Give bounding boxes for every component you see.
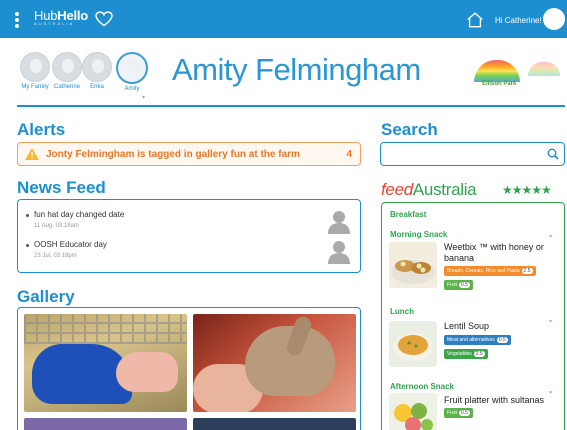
gallery-photo[interactable] xyxy=(24,418,187,430)
person-icon xyxy=(328,211,350,234)
person-icon xyxy=(328,241,350,264)
profile-name: Amity xyxy=(124,86,140,92)
avatar xyxy=(116,52,148,84)
list-item[interactable]: fun hat day changed date 11 Aug, 03:18am xyxy=(26,210,352,240)
user-avatar[interactable] xyxy=(543,8,565,30)
search-icon[interactable] xyxy=(547,148,559,160)
food-group-tag: Fruit 0.5 xyxy=(444,408,473,418)
star-rating: ★★★★★ xyxy=(502,183,552,197)
hubhello-logo[interactable]: HubHello AUSTRALIA xyxy=(34,8,88,26)
news-title: OOSH Educator day xyxy=(34,240,107,249)
centre-logo[interactable]: Ellison Park xyxy=(470,56,526,90)
gallery-photo-rabbit[interactable] xyxy=(193,314,356,412)
bullet xyxy=(26,244,29,247)
news-feed-heading: News Feed xyxy=(17,178,106,197)
alert-message: Jonty Felmingham is tagged in gallery fu… xyxy=(46,149,300,160)
chevron-down-icon: ▾ xyxy=(142,95,146,101)
meal-title-morning-snack: Morning Snack xyxy=(390,230,448,239)
logo-subtitle: AUSTRALIA xyxy=(34,21,75,26)
tag-label: Fruit xyxy=(447,410,457,416)
avatar xyxy=(20,52,50,82)
avatar xyxy=(82,52,112,82)
top-bar: HubHello AUSTRALIA Hi Catherine! xyxy=(0,0,567,38)
food-name: Weetbix ™ with honey or banana xyxy=(444,242,544,263)
meal-title-breakfast: Breakfast xyxy=(390,210,427,219)
profile-my-family[interactable]: My Family xyxy=(17,52,53,90)
secondary-centre-logo[interactable] xyxy=(528,62,562,84)
gallery-photo-pig[interactable] xyxy=(24,314,187,412)
menu-icon[interactable] xyxy=(15,12,19,28)
header-divider xyxy=(17,105,565,107)
page-title: Amity Felmingham xyxy=(172,52,421,87)
gallery-heading: Gallery xyxy=(17,287,75,306)
feed-australia-logo[interactable]: feedAustralia xyxy=(381,180,477,200)
news-title: fun hat day changed date xyxy=(34,210,125,219)
home-icon[interactable] xyxy=(466,11,484,28)
menu-panel: Breakfast Morning Snack ⌄ Weetbix ™ with… xyxy=(381,202,565,430)
tag-label: Fruit xyxy=(447,282,457,288)
alert-count-badge: 4 xyxy=(346,149,352,160)
gallery-photo[interactable] xyxy=(193,418,356,430)
centre-name: Ellison Park xyxy=(482,81,517,87)
news-feed-list: fun hat day changed date 11 Aug, 03:18am… xyxy=(17,199,361,273)
chevron-down-icon[interactable]: ⌄ xyxy=(547,386,554,395)
brand-australia: Australia xyxy=(412,180,477,199)
user-greeting[interactable]: Hi Catherine! xyxy=(495,16,542,25)
alerts-heading: Alerts xyxy=(17,120,66,139)
food-group-tag: Fruit 0.5 xyxy=(444,280,473,290)
profile-erika[interactable]: Erika xyxy=(79,52,115,90)
profile-name: Erika xyxy=(90,84,104,90)
food-photo-weetbix xyxy=(389,242,437,288)
news-timestamp: 11 Aug, 03:18am xyxy=(34,223,79,229)
profile-name: My Family xyxy=(21,84,49,90)
tag-label: Vegetables xyxy=(447,351,472,357)
food-photo-lentil-soup xyxy=(389,321,437,367)
lentil-soup-image xyxy=(393,333,433,361)
serve-count: 2.5 xyxy=(521,268,533,274)
brand-feed: feed xyxy=(381,180,413,199)
bullet xyxy=(26,214,29,217)
food-name: Lentil Soup xyxy=(444,321,490,331)
food-group-tag: Meat and alternatives 0.5 xyxy=(444,335,511,345)
chevron-down-icon[interactable]: ⌄ xyxy=(547,230,554,239)
food-group-tag: Vegetables 2.5 xyxy=(444,349,488,359)
food-name: Fruit platter with sultanas xyxy=(444,395,545,405)
rainbow-logo-icon xyxy=(474,60,520,82)
heart-icon[interactable] xyxy=(95,11,113,27)
warning-icon xyxy=(25,148,39,160)
tag-label: Breads, Cereals, Rice and Pasta xyxy=(447,268,520,274)
avatar xyxy=(52,52,82,82)
news-timestamp: 23 Jul, 03:18pm xyxy=(34,253,77,259)
rainbow-logo-icon xyxy=(528,62,560,76)
list-item[interactable]: OOSH Educator day 23 Jul, 03:18pm xyxy=(26,240,352,270)
alert-item[interactable]: Jonty Felmingham is tagged in gallery fu… xyxy=(17,142,361,166)
profile-amity[interactable]: Amity xyxy=(114,52,150,92)
search-heading: Search xyxy=(381,120,438,139)
serve-count: 2.5 xyxy=(473,351,485,357)
food-group-tag: Breads, Cereals, Rice and Pasta 2.5 xyxy=(444,266,536,276)
meal-title-afternoon-snack: Afternoon Snack xyxy=(390,382,455,391)
search-field[interactable] xyxy=(380,142,565,166)
food-photo-fruit-platter xyxy=(389,393,437,430)
weetbix-image xyxy=(391,260,435,284)
pig-shape xyxy=(116,352,178,392)
meal-title-lunch: Lunch xyxy=(390,307,414,316)
serve-count: 0.5 xyxy=(459,282,470,288)
fruit-platter-image xyxy=(394,403,433,430)
search-input[interactable] xyxy=(385,146,540,162)
serve-count: 0.5 xyxy=(459,410,470,416)
tag-label: Meat and alternatives xyxy=(447,337,495,343)
gallery-grid xyxy=(17,307,361,430)
serve-count: 0.5 xyxy=(496,337,508,343)
fence-shape xyxy=(24,314,187,344)
